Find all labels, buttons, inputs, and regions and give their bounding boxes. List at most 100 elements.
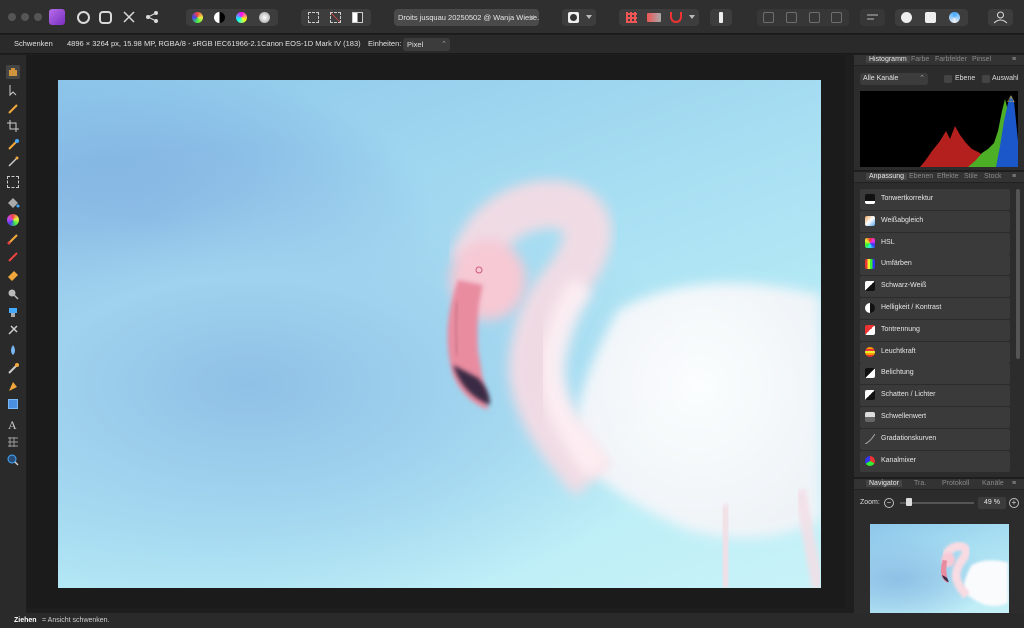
- rectangle-tool-icon[interactable]: [6, 397, 20, 411]
- selection-brush-tool-icon[interactable]: [6, 137, 20, 151]
- adjustment-item-curves[interactable]: Gradationskurven: [860, 428, 1010, 450]
- healing-brush-tool-icon[interactable]: [6, 323, 20, 337]
- document-title-tab[interactable]: Droits jusquau 20250502 @ Wanja Wiese. ✕: [394, 9, 539, 26]
- gradient-tool-icon[interactable]: [6, 213, 20, 227]
- tab-histogram[interactable]: Histogramm: [866, 56, 910, 63]
- dodge-tool-icon[interactable]: [6, 287, 20, 301]
- quick-mask-group[interactable]: [562, 9, 596, 26]
- snapping-magnet-icon[interactable]: [670, 12, 682, 23]
- move-back-icon[interactable]: [763, 12, 774, 23]
- chevron-down-icon[interactable]: [586, 15, 592, 19]
- zoom-slider-thumb[interactable]: [905, 498, 912, 506]
- smudge-tool-icon[interactable]: [6, 361, 20, 375]
- tab-layers[interactable]: Ebenen: [909, 173, 933, 180]
- tab-color[interactable]: Farbe: [911, 56, 929, 63]
- mesh-warp-tool-icon[interactable]: [6, 435, 20, 449]
- zoom-out-button[interactable]: −: [884, 498, 894, 508]
- move-tool-icon[interactable]: [6, 83, 20, 97]
- tab-adjustment[interactable]: Anpassung: [866, 173, 908, 180]
- adjustment-item-shadows-highlights[interactable]: Schatten / Lichter: [860, 385, 1010, 407]
- adjustment-item-exposure[interactable]: Belichtung: [860, 363, 1010, 385]
- auto-white-balance-icon[interactable]: [259, 12, 270, 23]
- recolor-icon: [865, 259, 875, 270]
- navigator-preview[interactable]: [870, 524, 1009, 615]
- zoom-value-field[interactable]: 49 %: [978, 497, 1006, 509]
- window-zoom-button[interactable]: [34, 13, 42, 21]
- tab-styles[interactable]: Stile: [964, 173, 978, 180]
- clone-tool-icon[interactable]: [6, 305, 20, 319]
- photo-persona-icon[interactable]: [49, 9, 65, 25]
- zoom-slider[interactable]: [900, 498, 974, 506]
- tab-transform[interactable]: Tra.: [914, 480, 926, 487]
- rectangle-marquee-tool-icon[interactable]: [6, 175, 20, 189]
- move-backward-icon[interactable]: [786, 12, 797, 23]
- invert-selection-icon[interactable]: [352, 12, 363, 23]
- tab-swatches[interactable]: Farbfelder: [935, 56, 967, 63]
- adjustment-item-vibrance[interactable]: Leuchtkraft: [860, 341, 1010, 363]
- studio-icon[interactable]: [901, 12, 912, 23]
- erase-tool-icon[interactable]: [6, 267, 20, 281]
- close-document-icon[interactable]: ✕: [529, 9, 535, 26]
- zoom-tool-icon[interactable]: [6, 453, 20, 467]
- adjustment-item-posterize[interactable]: Tontrennung: [860, 319, 1010, 341]
- align-button[interactable]: [860, 9, 885, 26]
- deselect-icon[interactable]: [330, 12, 341, 23]
- adjustment-item-white-balance[interactable]: Weißabgleich: [860, 210, 1010, 232]
- flood-select-tool-icon[interactable]: [6, 155, 20, 169]
- tone-mapping-persona-icon[interactable]: [121, 9, 137, 25]
- layers-icon[interactable]: [925, 12, 936, 23]
- develop-persona-icon[interactable]: [99, 11, 112, 24]
- text-tool-icon[interactable]: A: [6, 417, 20, 432]
- chevron-down-icon[interactable]: [689, 15, 695, 19]
- auto-contrast-icon[interactable]: [214, 12, 225, 23]
- adjustment-item-threshold[interactable]: Schwellenwert: [860, 406, 1010, 428]
- color-replacement-tool-icon[interactable]: [6, 249, 20, 263]
- grid-icon[interactable]: [626, 12, 637, 23]
- tab-history[interactable]: Protokoll: [942, 480, 969, 487]
- panel-menu-icon[interactable]: ≡: [1012, 480, 1016, 487]
- assistant-icon[interactable]: [647, 13, 661, 22]
- adjustment-item-hsl[interactable]: HSL: [860, 232, 1010, 254]
- blur-brush-tool-icon[interactable]: [6, 343, 20, 357]
- units-select[interactable]: Pixel: [403, 38, 450, 51]
- paint-brush-tool-icon[interactable]: [6, 231, 20, 245]
- window-close-button[interactable]: [8, 13, 16, 21]
- tab-channels[interactable]: Kanäle: [982, 480, 1004, 487]
- adjustment-item-brightness-contrast[interactable]: Helligkeit / Kontrast: [860, 297, 1010, 319]
- panel-menu-icon[interactable]: ≡: [1012, 173, 1016, 180]
- crop-tool-icon[interactable]: [6, 119, 20, 133]
- zoom-in-button[interactable]: +: [1009, 498, 1019, 508]
- adjustment-item-levels[interactable]: Tonwertkorrektur: [860, 189, 1010, 210]
- tab-stock[interactable]: Stock: [984, 173, 1002, 180]
- view-tool-icon[interactable]: [6, 65, 20, 79]
- tab-effects[interactable]: Effekte: [937, 173, 959, 180]
- color-panel-icon[interactable]: [949, 12, 960, 23]
- warning-icon[interactable]: ⚠: [1007, 94, 1015, 105]
- auto-adjust-group: [186, 9, 278, 26]
- auto-levels-icon[interactable]: [192, 12, 203, 23]
- brush-tool-group[interactable]: [710, 9, 732, 26]
- color-picker-tool-icon[interactable]: [6, 101, 20, 115]
- tab-navigator[interactable]: Navigator: [866, 480, 902, 487]
- move-forward-icon[interactable]: [809, 12, 820, 23]
- pen-tool-icon[interactable]: [6, 379, 20, 393]
- flood-fill-tool-icon[interactable]: [6, 195, 20, 209]
- adjustment-scrollbar[interactable]: [1016, 189, 1020, 359]
- auto-colors-icon[interactable]: [236, 12, 247, 23]
- adjustment-item-channel-mixer[interactable]: Kanalmixer: [860, 450, 1010, 472]
- adjustment-item-black-white[interactable]: Schwarz-Weiß: [860, 276, 1010, 298]
- selection-checkbox[interactable]: [982, 75, 990, 83]
- channel-select[interactable]: Alle Kanäle ⌃: [860, 73, 928, 85]
- flamingo-photo[interactable]: [58, 80, 821, 588]
- adjustment-item-recolor[interactable]: Umfärben: [860, 254, 1010, 276]
- panel-menu-icon[interactable]: ≡: [1012, 56, 1016, 63]
- account-button[interactable]: [988, 9, 1013, 26]
- layer-checkbox[interactable]: [944, 75, 952, 83]
- tab-brushes[interactable]: Pinsel: [972, 56, 991, 63]
- window-minimize-button[interactable]: [21, 13, 29, 21]
- move-front-icon[interactable]: [831, 12, 842, 23]
- export-persona-icon[interactable]: [144, 9, 160, 25]
- image-info: 4896 × 3264 px, 15.98 MP, RGBA/8 - sRGB …: [67, 39, 261, 48]
- liquify-persona-icon[interactable]: [77, 11, 90, 24]
- select-marquee-icon[interactable]: [308, 12, 319, 23]
